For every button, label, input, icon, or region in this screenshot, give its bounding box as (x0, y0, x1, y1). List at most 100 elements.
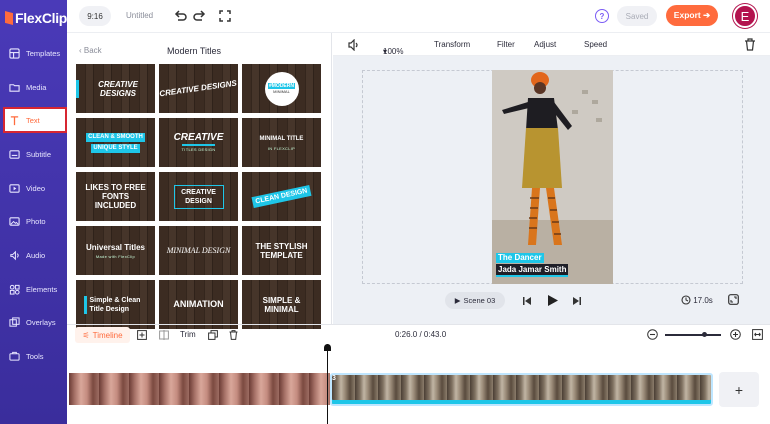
play-button-icon[interactable] (547, 294, 559, 307)
fit-timeline-icon[interactable] (752, 329, 763, 340)
trim-button[interactable]: Trim (180, 330, 196, 339)
timeline-clip-selected[interactable] (330, 373, 713, 406)
tools-icon (8, 350, 20, 362)
playhead[interactable] (327, 344, 328, 424)
template-tile[interactable]: CREATIVE DESIGN (159, 172, 238, 221)
skip-forward-icon[interactable] (572, 296, 582, 306)
sidebar-item-text[interactable]: Text (3, 107, 67, 133)
panel-title: Modern Titles (167, 46, 222, 56)
template-tile[interactable]: MINIMAL DESIGN (159, 226, 238, 275)
sidebar-item-label: Photo (26, 216, 46, 226)
preview-stage: The Dancer Jada Jamar Smith ▶ Scene 03 1… (333, 56, 770, 324)
template-tile[interactable]: Simple & Clean Title Design (76, 280, 155, 329)
timeline-tracks: 3 + (67, 344, 770, 424)
sidebar-item-photo[interactable]: Photo (8, 210, 64, 232)
audio-icon (8, 249, 20, 261)
add-clip-button[interactable]: + (719, 372, 759, 407)
timeline-toggle-button[interactable]: ⚟ Timeline (75, 327, 130, 343)
template-tile[interactable]: ANIMATION (159, 280, 238, 329)
back-button[interactable]: ‹ Back (79, 46, 102, 55)
scene-number: 03 (486, 296, 496, 305)
trash-icon[interactable] (744, 38, 756, 51)
sidebar-item-tools[interactable]: Tools (8, 345, 64, 367)
template-tile[interactable]: CREATIVE TITLES DESIGN (159, 118, 238, 167)
logo-text: FlexClip (15, 10, 68, 26)
sidebar: FlexClip Templates Media Text Subtitle V… (0, 0, 67, 424)
sidebar-item-label: Tools (26, 351, 44, 361)
scene-selector[interactable]: ▶ Scene 03 (445, 292, 505, 309)
video-icon (8, 182, 20, 194)
sidebar-item-label: Text (26, 115, 40, 125)
time-display: 0:26.0 / 0:43.0 (395, 330, 447, 339)
skip-back-icon[interactable] (522, 296, 532, 306)
sidebar-item-label: Subtitle (26, 149, 52, 159)
sidebar-item-templates[interactable]: Templates (8, 42, 64, 64)
template-grid: CREATIVE DESIGNS CREATIVE DESIGNS #MODER… (76, 64, 321, 329)
redo-icon[interactable] (193, 9, 207, 23)
sidebar-item-label: Overlays (26, 317, 56, 327)
media-icon (8, 81, 20, 93)
duration-display: 17.0s (681, 295, 713, 305)
caption-subtitle[interactable]: Jada Jamar Smith (496, 264, 569, 277)
export-button[interactable]: Export ➔ (666, 5, 718, 26)
zoom-out-icon[interactable] (647, 329, 658, 340)
scene-label: Scene (463, 296, 485, 305)
sidebar-item-overlays[interactable]: Overlays (8, 311, 64, 333)
text-templates-panel: ‹ Back Modern Titles CREATIVE DESIGNS CR… (67, 33, 332, 329)
template-tile[interactable]: CLEAN & SMOOTH UNIQUE STYLE (76, 118, 155, 167)
template-tile[interactable]: LIKES TO FREE FONTS INCLUDED (76, 172, 155, 221)
duration-value: 17.0s (693, 296, 713, 305)
chevron-down-icon: ▾ (383, 47, 388, 56)
template-tile[interactable]: THE STYLISH TEMPLATE (242, 226, 321, 275)
photo-icon (8, 215, 20, 227)
fullscreen-icon[interactable] (218, 9, 232, 23)
preview-toolbar: 100% ▾ Transform Filter Adjust Speed (333, 33, 770, 56)
playhead-handle[interactable] (324, 344, 331, 351)
aspect-ratio-button[interactable]: 9:16 (79, 6, 111, 26)
clock-icon (681, 295, 691, 305)
zoom-slider-track[interactable] (665, 334, 721, 336)
video-preview[interactable]: The Dancer Jada Jamar Smith (492, 70, 613, 284)
template-tile[interactable]: CLEAN DESIGN (242, 172, 321, 221)
split-icon[interactable] (159, 330, 169, 340)
dancer-image (492, 70, 613, 284)
sidebar-item-media[interactable]: Media (8, 76, 64, 98)
delete-icon[interactable] (229, 330, 238, 340)
template-tile[interactable]: SIMPLE & MINIMAL (242, 280, 321, 329)
zoom-slider-handle[interactable] (702, 332, 708, 337)
project-title[interactable]: Untitled (126, 11, 153, 20)
duplicate-icon[interactable] (208, 330, 218, 340)
app-logo[interactable]: FlexClip (5, 10, 67, 26)
transform-button[interactable]: Transform (434, 40, 470, 49)
template-tile[interactable]: CREATIVE DESIGNS (76, 64, 155, 113)
template-tile[interactable]: MINIMAL TITLE IN FLEXCLIP (242, 118, 321, 167)
plus-icon: + (734, 381, 744, 398)
adjust-button[interactable]: Adjust (534, 40, 556, 49)
undo-icon[interactable] (173, 9, 187, 23)
speed-button[interactable]: Speed (584, 40, 607, 49)
fit-screen-icon[interactable] (728, 294, 739, 305)
timeline-toolbar: ⚟ Timeline Trim 0:26.0 / 0:43.0 (67, 324, 770, 344)
template-tile[interactable]: #MODERN MINIMAL (242, 64, 321, 113)
sidebar-item-label: Templates (26, 48, 61, 58)
zoom-in-icon[interactable] (730, 329, 741, 340)
overlays-icon (8, 316, 20, 328)
back-label: Back (83, 46, 102, 55)
sidebar-item-video[interactable]: Video (8, 177, 64, 199)
avatar[interactable]: E (733, 4, 757, 28)
timeline-clip[interactable] (69, 373, 330, 405)
timeline-label: Timeline (92, 330, 123, 340)
caption-title[interactable]: The Dancer (496, 253, 544, 263)
sidebar-item-subtitle[interactable]: Subtitle (8, 143, 64, 165)
volume-icon[interactable] (348, 39, 360, 51)
clip-number: 3 (332, 375, 336, 382)
sidebar-item-elements[interactable]: Elements (8, 278, 64, 300)
sidebar-item-audio[interactable]: Audio (8, 244, 64, 266)
add-scene-icon[interactable] (137, 330, 147, 340)
filter-button[interactable]: Filter (497, 40, 515, 49)
sidebar-item-label: Audio (26, 250, 46, 260)
template-tile[interactable]: Universal Titles Made with FlexClip (76, 226, 155, 275)
template-tile[interactable]: CREATIVE DESIGNS (159, 64, 238, 113)
help-icon[interactable]: ? (595, 9, 609, 23)
sidebar-item-label: Media (26, 82, 47, 92)
